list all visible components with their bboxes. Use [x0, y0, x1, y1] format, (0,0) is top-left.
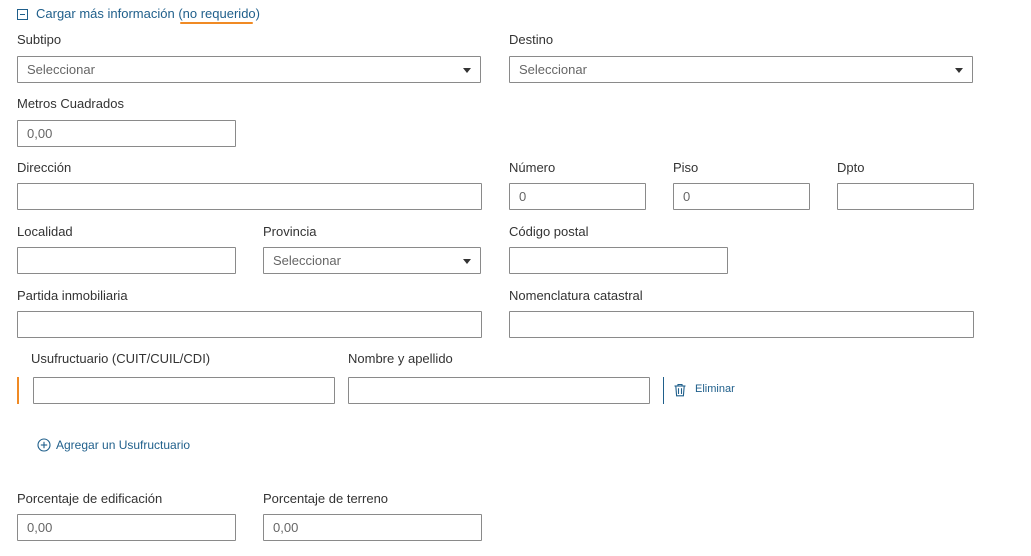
destino-value: Seleccionar: [519, 62, 587, 77]
subtipo-label: Subtipo: [17, 32, 62, 47]
direccion-input[interactable]: [17, 183, 482, 210]
destino-label: Destino: [509, 32, 554, 47]
nomenclatura-label: Nomenclatura catastral: [509, 288, 643, 303]
numero-label: Número: [509, 160, 556, 175]
partida-label: Partida inmobiliaria: [17, 288, 128, 303]
provincia-select[interactable]: Seleccionar: [263, 247, 481, 274]
direccion-label: Dirección: [17, 160, 72, 175]
localidad-input[interactable]: [17, 247, 236, 274]
porc-edificacion-input[interactable]: 0,00: [17, 514, 236, 541]
add-label: Agregar un Usufructuario: [56, 438, 191, 452]
delete-label: Eliminar: [695, 383, 735, 395]
numero-value: 0: [519, 189, 527, 204]
partida-input[interactable]: [17, 311, 482, 338]
plus-circle-icon: [37, 438, 51, 452]
subtipo-value: Seleccionar: [27, 62, 95, 77]
usufructuario-input[interactable]: [33, 377, 335, 404]
caret-down-icon: [463, 68, 471, 73]
provincia-value: Seleccionar: [273, 253, 341, 268]
provincia-label: Provincia: [263, 224, 317, 239]
trash-icon: [674, 383, 686, 397]
subtipo-select[interactable]: Seleccionar: [17, 56, 481, 83]
dpto-label: Dpto: [837, 160, 865, 175]
porc-edificacion-value: 0,00: [27, 520, 53, 535]
caret-down-icon: [955, 68, 963, 73]
localidad-label: Localidad: [17, 224, 73, 239]
metros-label: Metros Cuadrados: [17, 96, 124, 111]
usufructuario-label: Usufructuario (CUIT/CUIL/CDI): [31, 351, 211, 366]
numero-input[interactable]: 0: [509, 183, 646, 210]
codigo-postal-label: Código postal: [509, 224, 589, 239]
dpto-input[interactable]: [837, 183, 974, 210]
piso-input[interactable]: 0: [673, 183, 810, 210]
not-required-underline: [180, 22, 253, 24]
not-required-label: no requerido: [182, 6, 256, 21]
nombre-label: Nombre y apellido: [348, 351, 453, 366]
more-info-toggle-label: Cargar más información (no requerido): [36, 6, 260, 21]
delete-separator: [663, 377, 664, 404]
piso-value: 0: [683, 189, 691, 204]
caret-down-icon: [463, 259, 471, 264]
metros-input[interactable]: 0,00: [17, 120, 236, 147]
nombre-input[interactable]: [348, 377, 650, 404]
porc-terreno-value: 0,00: [273, 520, 299, 535]
destino-select[interactable]: Seleccionar: [509, 56, 973, 83]
nomenclatura-input[interactable]: [509, 311, 974, 338]
porc-edificacion-label: Porcentaje de edificación: [17, 491, 163, 506]
porc-terreno-label: Porcentaje de terreno: [263, 491, 389, 506]
codigo-postal-input[interactable]: [509, 247, 728, 274]
piso-label: Piso: [673, 160, 699, 175]
minus-square-icon: [17, 9, 28, 20]
usufructuario-row-marker: [17, 377, 19, 404]
metros-value: 0,00: [27, 126, 53, 141]
porc-terreno-input[interactable]: 0,00: [263, 514, 482, 541]
